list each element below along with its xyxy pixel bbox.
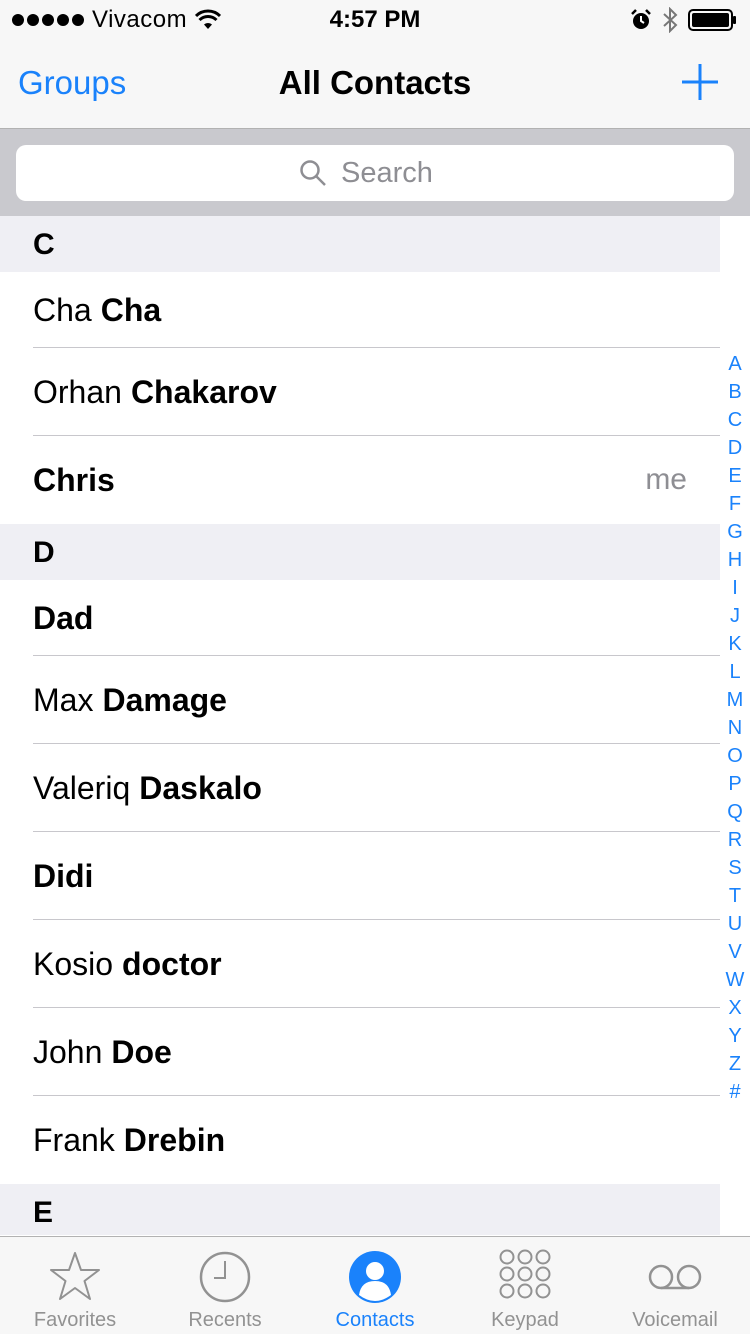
- person-icon: [347, 1249, 403, 1305]
- contact-last-name: Daskalo: [139, 769, 262, 806]
- contact-last-name: Cha: [100, 291, 162, 328]
- contact-last-name: Damage: [102, 681, 227, 718]
- tab-label: Voicemail: [632, 1309, 718, 1331]
- index-letter[interactable]: A: [728, 350, 741, 378]
- contact-row[interactable]: Cha Cha: [0, 272, 720, 348]
- contact-first-name: Cha: [33, 291, 92, 328]
- keypad-icon: [497, 1249, 553, 1305]
- index-letter[interactable]: W: [726, 966, 745, 994]
- contact-first-name: John: [33, 1033, 103, 1070]
- contact-row[interactable]: Kosio doctor: [0, 920, 720, 1008]
- battery-icon: [688, 9, 736, 31]
- tab-label: Keypad: [491, 1309, 559, 1331]
- navigation-bar: Groups All Contacts: [0, 40, 750, 128]
- tab-bar: Favorites Recents Contacts Keypad Voicemail: [0, 1236, 750, 1334]
- tab-label: Contacts: [335, 1309, 415, 1331]
- me-card-label: me: [645, 463, 687, 496]
- contact-row[interactable]: Chris me: [0, 436, 720, 524]
- index-letter[interactable]: Z: [729, 1050, 741, 1078]
- index-letter[interactable]: R: [728, 826, 742, 854]
- tab-label: Recents: [188, 1309, 262, 1331]
- index-letter[interactable]: B: [728, 378, 741, 406]
- index-letter[interactable]: N: [728, 714, 742, 742]
- index-letter[interactable]: U: [728, 910, 742, 938]
- index-letter[interactable]: G: [727, 518, 743, 546]
- star-icon: [47, 1249, 103, 1305]
- section-header-d: D: [0, 524, 720, 580]
- add-contact-button[interactable]: [680, 62, 720, 102]
- index-letter[interactable]: H: [728, 546, 742, 574]
- index-letter[interactable]: J: [730, 602, 740, 630]
- index-letter[interactable]: P: [728, 770, 741, 798]
- search-bar-container: [0, 128, 750, 216]
- index-letter[interactable]: T: [729, 882, 741, 910]
- contact-last-name: Drebin: [123, 1121, 226, 1158]
- index-letter[interactable]: X: [728, 994, 741, 1022]
- contact-last-name: doctor: [122, 945, 222, 982]
- alarm-icon: [631, 9, 651, 29]
- search-input[interactable]: [341, 156, 451, 190]
- bluetooth-icon: [663, 7, 678, 33]
- index-letter[interactable]: F: [729, 490, 741, 518]
- contacts-list[interactable]: C Cha Cha Orhan Chakarov Chris me D Dad Max Damage…: [0, 216, 720, 1235]
- contact-row[interactable]: Valeriq Daskalo: [0, 744, 720, 832]
- tab-keypad[interactable]: Keypad: [450, 1237, 600, 1334]
- index-letter[interactable]: #: [729, 1078, 740, 1106]
- search-field[interactable]: [16, 145, 734, 201]
- contact-last-name: Chris: [33, 461, 115, 498]
- status-right: [630, 6, 738, 34]
- tab-favorites[interactable]: Favorites: [0, 1237, 150, 1334]
- contact-first-name: Max: [33, 681, 94, 718]
- section-index[interactable]: A B C D E F G H I J K L M N O P Q R S T U V W X Y Z #: [722, 350, 748, 1106]
- index-letter[interactable]: D: [728, 434, 742, 462]
- contact-row[interactable]: Didi: [0, 832, 720, 920]
- index-letter[interactable]: Q: [727, 798, 743, 826]
- voicemail-icon: [647, 1249, 703, 1305]
- contact-first-name: Valeriq: [33, 769, 131, 806]
- contact-row[interactable]: Max Damage: [0, 656, 720, 744]
- status-bar: Vivacom 4:57 PM: [0, 0, 750, 40]
- contact-row[interactable]: Frank Drebin: [0, 1096, 720, 1184]
- contact-first-name: Frank: [33, 1121, 115, 1158]
- index-letter[interactable]: S: [728, 854, 741, 882]
- index-letter[interactable]: M: [727, 686, 744, 714]
- section-header-e: E: [0, 1184, 720, 1235]
- index-letter[interactable]: E: [728, 462, 741, 490]
- index-letter[interactable]: I: [732, 574, 738, 602]
- section-header-c: C: [0, 216, 720, 272]
- contact-first-name: Orhan: [33, 373, 122, 410]
- search-icon: [300, 160, 326, 186]
- index-letter[interactable]: L: [729, 658, 740, 686]
- contact-row[interactable]: John Doe: [0, 1008, 720, 1096]
- contact-row[interactable]: Orhan Chakarov: [0, 348, 720, 436]
- index-letter[interactable]: V: [728, 938, 741, 966]
- tab-label: Favorites: [33, 1309, 117, 1331]
- index-letter[interactable]: C: [728, 406, 742, 434]
- contact-last-name: Didi: [33, 857, 94, 894]
- contact-first-name: Kosio: [33, 945, 114, 982]
- contact-row[interactable]: Dad: [0, 580, 720, 656]
- index-letter[interactable]: K: [728, 630, 741, 658]
- tab-recents[interactable]: Recents: [150, 1237, 300, 1334]
- index-letter[interactable]: O: [727, 742, 743, 770]
- clock-icon: [197, 1249, 253, 1305]
- contact-last-name: Dad: [33, 599, 94, 636]
- tab-contacts[interactable]: Contacts: [300, 1237, 450, 1334]
- contact-last-name: Chakarov: [130, 373, 277, 410]
- tab-voicemail[interactable]: Voicemail: [600, 1237, 750, 1334]
- groups-button[interactable]: Groups: [18, 64, 126, 102]
- contact-last-name: Doe: [111, 1033, 172, 1070]
- index-letter[interactable]: Y: [728, 1022, 741, 1050]
